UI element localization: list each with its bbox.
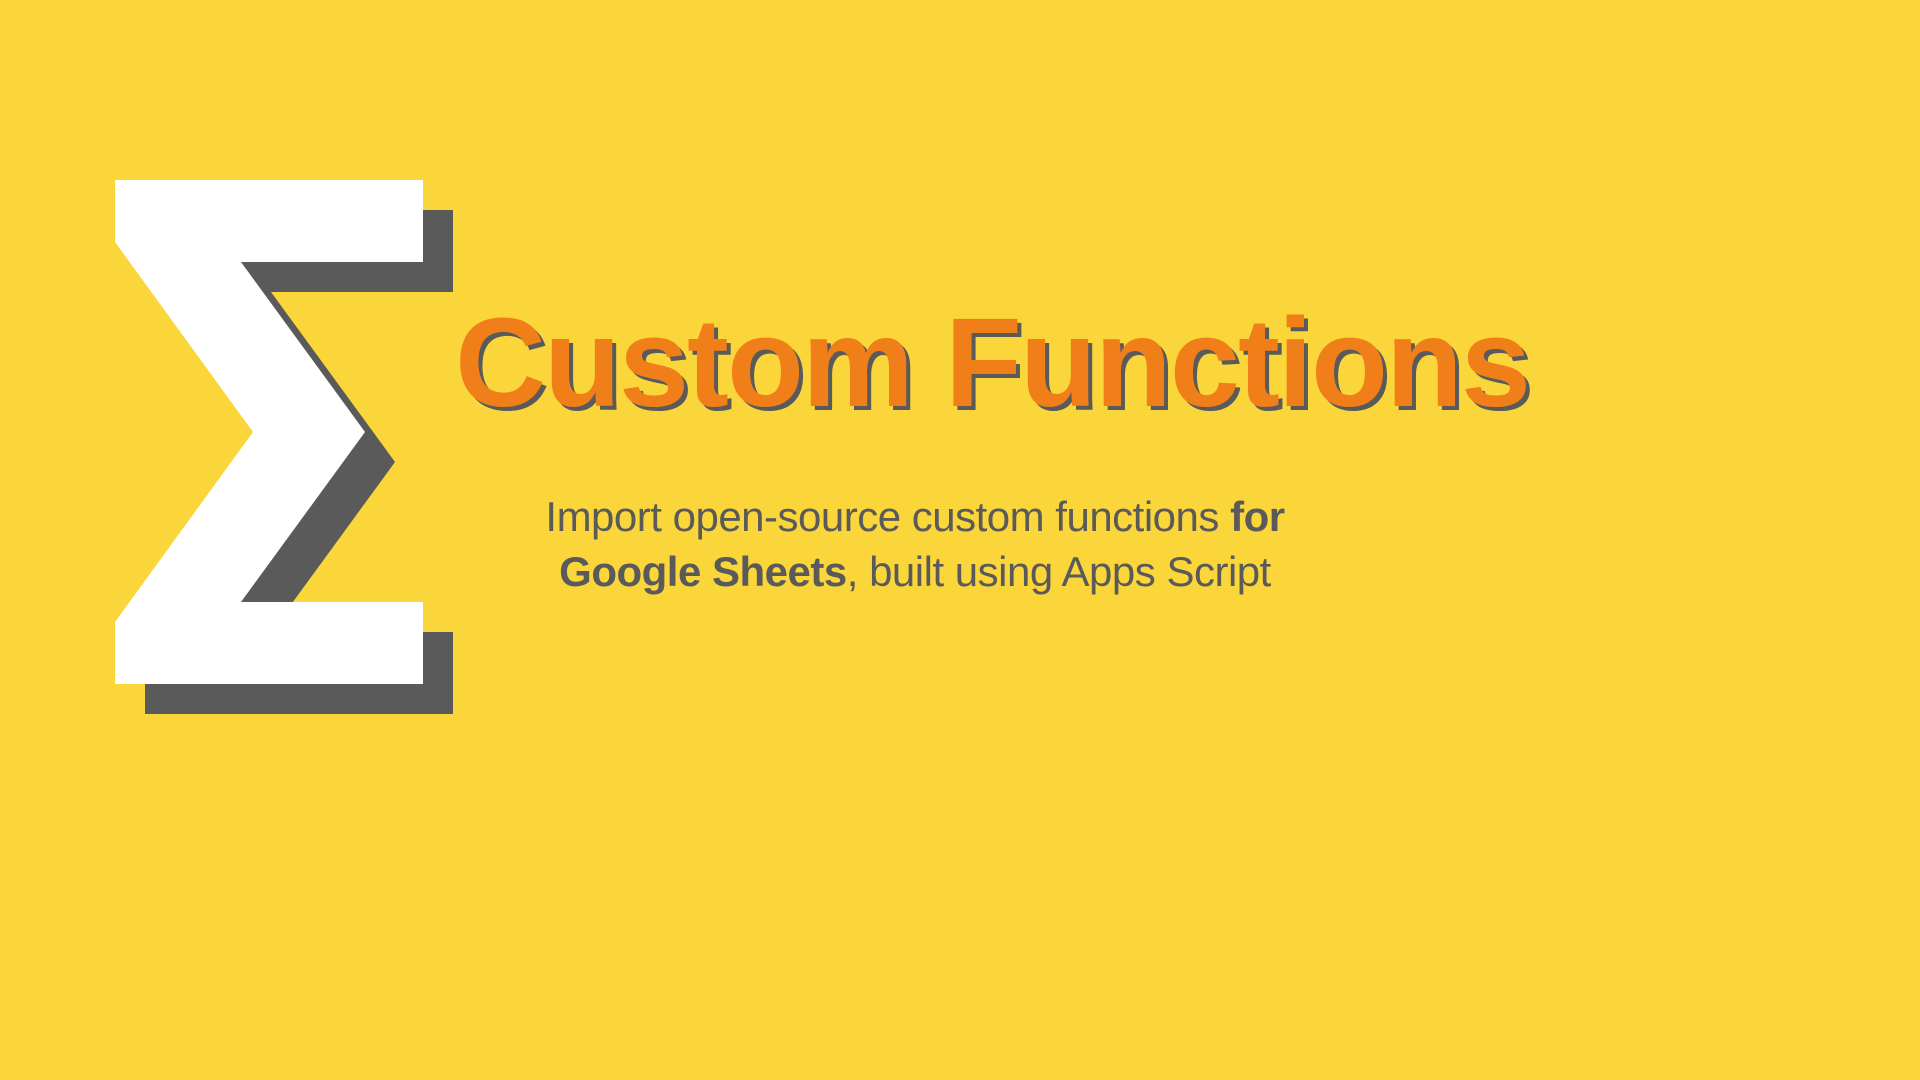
subtitle: Import open-source custom functions for … [480, 490, 1350, 599]
subtitle-text-post: , built using Apps Script [847, 548, 1271, 595]
sigma-icon [115, 180, 445, 680]
headline-text: Custom Functions [455, 292, 1529, 433]
subtitle-text-pre: Import open-source custom functions [545, 493, 1230, 540]
promo-slide: Custom Functions Custom Functions Import… [0, 0, 1920, 1080]
headline: Custom Functions Custom Functions [455, 300, 1529, 426]
